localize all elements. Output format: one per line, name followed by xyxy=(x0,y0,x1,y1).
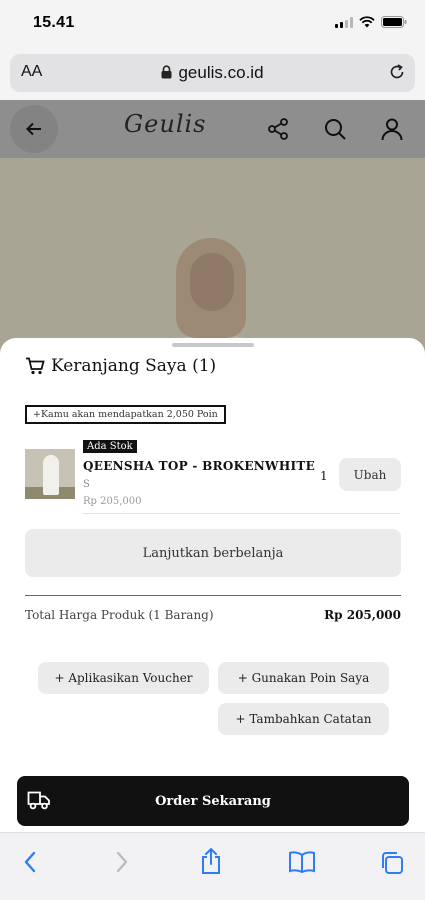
forward-icon[interactable] xyxy=(114,850,130,874)
cart-sheet: Keranjang Saya (1) +Kamu akan mendapatka… xyxy=(0,338,425,832)
status-icons xyxy=(335,16,407,28)
reload-icon[interactable] xyxy=(388,63,406,81)
browser-address-area: AA geulis.co.id xyxy=(0,50,425,100)
browser-toolbar xyxy=(0,832,425,900)
points-notice: +Kamu akan mendapatkan 2,050 Poin xyxy=(25,405,226,424)
address-bar[interactable]: AA geulis.co.id xyxy=(10,54,415,92)
sheet-grabber[interactable] xyxy=(172,343,254,347)
back-button[interactable] xyxy=(10,105,58,153)
truck-icon xyxy=(27,791,50,810)
user-icon[interactable] xyxy=(380,117,404,141)
add-note-button[interactable]: + Tambahkan Catatan xyxy=(218,703,389,735)
cart-title: Keranjang Saya (1) xyxy=(25,356,216,376)
cart-item: Ada Stok QEENSHA TOP - BROKENWHITE S Rp … xyxy=(25,440,401,512)
status-bar: 15.41 xyxy=(0,0,425,50)
product-price: Rp 205,000 xyxy=(83,496,142,507)
product-quantity: 1 xyxy=(320,469,328,483)
battery-icon xyxy=(381,16,407,28)
product-size: S xyxy=(83,479,90,490)
cart-icon xyxy=(26,357,45,375)
back-icon[interactable] xyxy=(22,850,38,874)
total-label: Total Harga Produk (1 Barang) xyxy=(25,608,214,622)
product-thumbnail[interactable] xyxy=(25,449,75,499)
cart-title-text: Keranjang Saya (1) xyxy=(51,356,217,376)
total-value: Rp 205,000 xyxy=(324,608,401,622)
share-icon[interactable] xyxy=(266,117,290,141)
search-icon[interactable] xyxy=(323,117,347,141)
edit-item-button[interactable]: Ubah xyxy=(339,458,401,491)
continue-shopping-button[interactable]: Lanjutkan berbelanja xyxy=(25,529,401,577)
apply-voucher-button[interactable]: + Aplikasikan Voucher xyxy=(38,662,209,694)
tabs-icon[interactable] xyxy=(379,850,405,876)
wifi-icon xyxy=(359,16,375,28)
site-logo[interactable]: Geulis xyxy=(124,110,207,138)
stock-badge: Ada Stok xyxy=(83,440,137,453)
lock-icon xyxy=(161,65,172,79)
url-text: geulis.co.id xyxy=(178,63,264,82)
share-sheet-icon[interactable] xyxy=(199,847,223,875)
product-photo xyxy=(0,158,425,360)
total-divider xyxy=(25,595,401,596)
site-header: Geulis xyxy=(0,100,425,158)
url-display[interactable]: geulis.co.id xyxy=(10,63,415,83)
cellular-signal-icon xyxy=(335,16,353,28)
page-background: Geulis xyxy=(0,100,425,360)
order-now-button[interactable]: Order Sekarang xyxy=(17,776,409,826)
bookmarks-icon[interactable] xyxy=(288,850,316,874)
product-name[interactable]: QEENSHA TOP - BROKENWHITE xyxy=(83,459,315,473)
arrow-left-icon xyxy=(26,122,41,136)
use-points-button[interactable]: + Gunakan Poin Saya xyxy=(218,662,389,694)
status-time: 15.41 xyxy=(33,14,75,31)
item-divider xyxy=(83,513,400,514)
order-now-label: Order Sekarang xyxy=(155,793,271,809)
